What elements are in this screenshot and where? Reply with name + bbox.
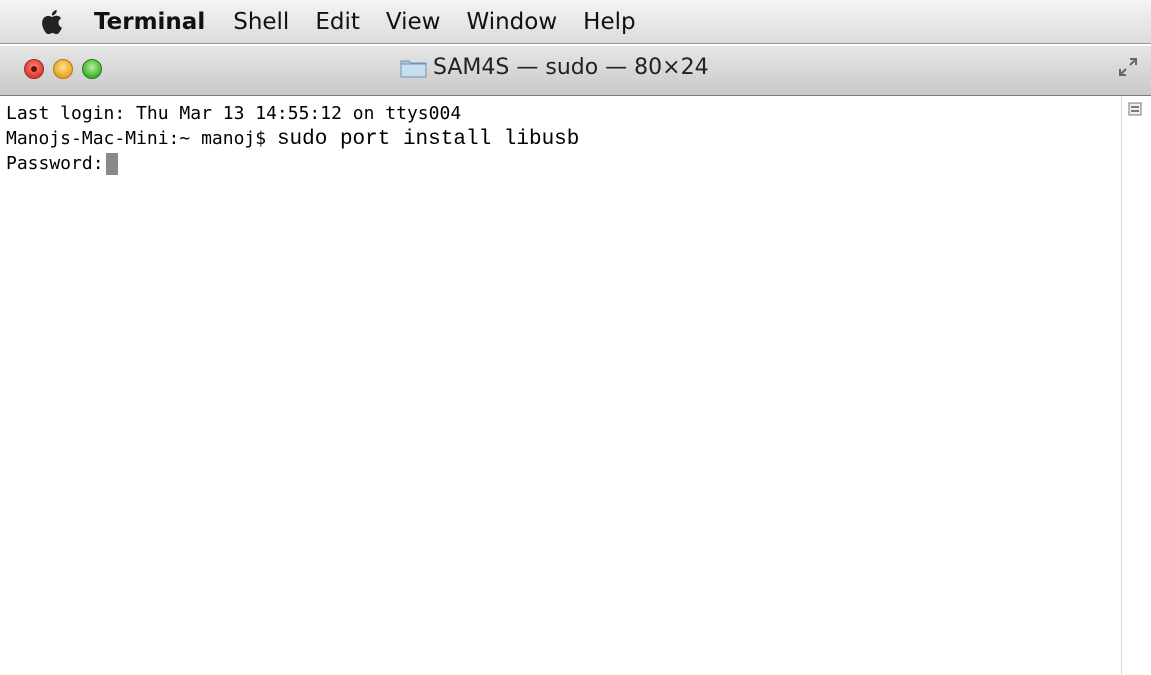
text-cursor [105,153,118,175]
menu-help[interactable]: Help [583,9,635,35]
close-button[interactable] [24,59,44,79]
folder-icon [400,57,427,78]
shell-prompt: Manojs-Mac-Mini:~ manoj$ [6,128,277,149]
vertical-scrollbar[interactable] [1121,96,1151,675]
menu-window[interactable]: Window [466,9,557,35]
menu-shell[interactable]: Shell [233,9,289,35]
password-line: Password: [6,152,118,176]
command-line: Manojs-Mac-Mini:~ manoj$ sudo port insta… [6,127,579,152]
zoom-button[interactable] [82,59,102,79]
fullscreen-icon[interactable] [1117,56,1139,78]
window-title: SAM4S — sudo — 80×24 [400,55,709,80]
menu-bar: Terminal Shell Edit View Window Help [0,0,1151,44]
menu-terminal[interactable]: Terminal [94,9,205,35]
typed-command: sudo port install libusb [276,128,580,151]
terminal-output[interactable]: Last login: Thu Mar 13 14:55:12 on ttys0… [0,96,1121,675]
password-prompt: Password: [6,153,104,174]
apple-icon[interactable] [40,7,66,37]
split-pane-icon[interactable] [1128,102,1142,116]
window-title-bar[interactable]: SAM4S — sudo — 80×24 [0,46,1151,96]
last-login-line: Last login: Thu Mar 13 14:55:12 on ttys0… [6,103,462,124]
minimize-button[interactable] [53,59,73,79]
window-title-text: SAM4S — sudo — 80×24 [433,55,709,80]
menu-view[interactable]: View [386,9,441,35]
menu-edit[interactable]: Edit [315,9,360,35]
